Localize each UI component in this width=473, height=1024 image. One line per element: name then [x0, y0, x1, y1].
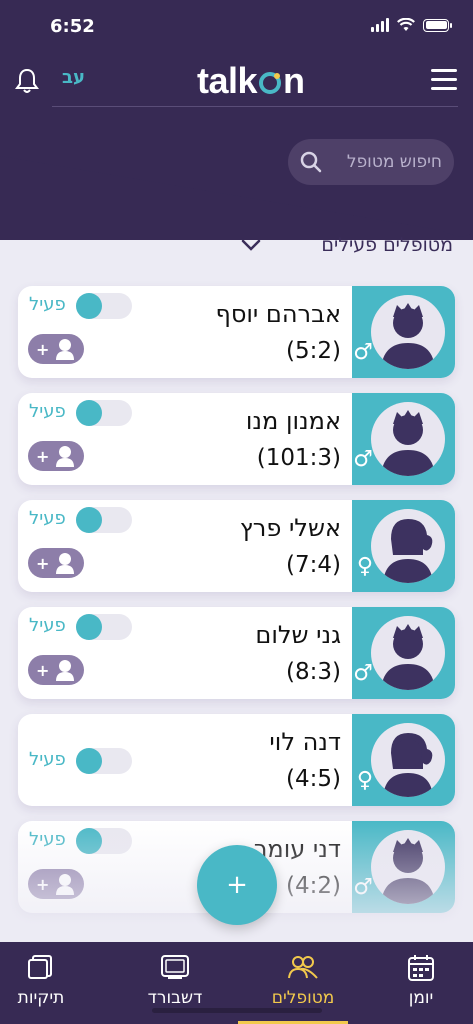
tab-folders-label: תיקיות [17, 988, 65, 1008]
person-icon [56, 553, 75, 574]
card-avatar-area: ♂ [352, 393, 455, 485]
status-label: פעיל [29, 401, 66, 422]
search-placeholder: חיפוש מטופל [346, 152, 442, 172]
tab-diary[interactable]: יומן [376, 954, 466, 1008]
header-divider [52, 106, 458, 107]
status-label: פעיל [29, 749, 66, 770]
patient-code: (8:3) [286, 659, 341, 685]
tab-folders[interactable]: תיקיות [0, 954, 86, 1008]
tab-patients-label: מטופלים [271, 988, 335, 1008]
status-label: פעיל [29, 508, 66, 529]
patient-name: דנה לוי [269, 728, 341, 756]
patient-code: (4:5) [286, 766, 341, 792]
patient-name: אמנון מנו [245, 407, 341, 435]
add-patient-button[interactable]: + [197, 845, 277, 925]
talkon-logo: talk n [197, 60, 305, 102]
status-label: פעיל [29, 294, 66, 315]
patient-name: גני שלום [255, 621, 341, 649]
menu-icon[interactable] [431, 69, 457, 96]
female-avatar-icon [371, 509, 445, 583]
person-icon [56, 446, 75, 467]
patient-code: (7:4) [286, 552, 341, 578]
plus-label: + [36, 553, 50, 573]
patient-name: אשלי פרץ [239, 514, 341, 542]
bell-icon[interactable] [14, 67, 40, 95]
wifi-icon [397, 18, 415, 31]
battery-icon [423, 18, 452, 32]
dashboard-icon [161, 955, 189, 979]
card-avatar-area: ♂ [352, 286, 455, 378]
tab-diary-label: יומן [408, 988, 434, 1008]
person-icon [56, 874, 75, 895]
male-gender-icon: ♂ [353, 447, 373, 472]
active-toggle[interactable] [76, 400, 132, 426]
language-toggle[interactable]: עב [62, 67, 85, 88]
signal-icon [371, 18, 389, 32]
search-input[interactable]: חיפוש מטופל [288, 139, 454, 185]
card-avatar-area: ♀ [352, 500, 455, 592]
status-label: פעיל [29, 829, 66, 850]
female-avatar-icon [371, 723, 445, 797]
tab-dashboard[interactable]: דשבורד [130, 954, 220, 1008]
search-icon [300, 151, 322, 173]
active-toggle[interactable] [76, 293, 132, 319]
female-gender-icon: ♀ [356, 768, 373, 793]
patient-card[interactable]: ♂ אברהם יוסף (5:2) פעיל + [18, 286, 455, 378]
male-gender-icon: ♂ [353, 340, 373, 365]
tab-dashboard-label: דשבורד [147, 988, 203, 1008]
active-toggle[interactable] [76, 614, 132, 640]
status-time: 6:52 [50, 16, 95, 37]
patient-code: (101:3) [256, 445, 341, 471]
active-toggle[interactable] [76, 828, 132, 854]
patient-name: אברהם יוסף [215, 300, 341, 328]
home-indicator [152, 1008, 322, 1013]
patient-card[interactable]: ♂ אמנון מנו (101:3) פעיל + [18, 393, 455, 485]
plus-label: + [36, 339, 50, 359]
patient-code: (5:2) [286, 338, 341, 364]
male-gender-icon: ♂ [353, 875, 373, 900]
top-bar: עב talk n [0, 55, 473, 105]
active-toggle[interactable] [76, 507, 132, 533]
male-avatar-icon [371, 295, 445, 369]
logo-text-suffix: n [283, 60, 305, 101]
filter-label: מטופלים פעילים [321, 234, 453, 256]
folders-icon [28, 955, 52, 979]
patients-icon [288, 956, 318, 979]
female-gender-icon: ♀ [356, 554, 373, 579]
add-user-button[interactable]: + [28, 869, 84, 899]
card-avatar-area: ♂ [352, 607, 455, 699]
active-toggle[interactable] [76, 748, 132, 774]
plus-label: + [36, 874, 50, 894]
add-user-button[interactable]: + [28, 548, 84, 578]
card-avatar-area: ♂ [352, 821, 455, 913]
add-user-button[interactable]: + [28, 334, 84, 364]
logo-o-icon [259, 72, 282, 94]
person-icon [56, 660, 75, 681]
add-user-button[interactable]: + [28, 655, 84, 685]
status-label: פעיל [29, 615, 66, 636]
calendar-icon [408, 955, 434, 981]
plus-label: + [36, 446, 50, 466]
patient-list: ♂ אברהם יוסף (5:2) פעיל + ♂ אמנון מנו (1… [18, 286, 455, 928]
status-bar: 6:52 [0, 16, 473, 40]
male-avatar-icon [371, 616, 445, 690]
tab-patients[interactable]: מטופלים [258, 954, 348, 1008]
patient-card[interactable]: ♀ דנה לוי (4:5) פעיל [18, 714, 455, 806]
card-avatar-area: ♀ [352, 714, 455, 806]
logo-text: talk [197, 60, 258, 101]
status-icons [371, 18, 452, 32]
patient-card[interactable]: ♂ גני שלום (8:3) פעיל + [18, 607, 455, 699]
person-icon [56, 339, 75, 360]
chevron-down-icon [242, 239, 261, 251]
filter-dropdown[interactable]: מטופלים פעילים [241, 234, 453, 256]
patient-code: (4:2) [286, 873, 341, 899]
male-gender-icon: ♂ [353, 661, 373, 686]
add-user-button[interactable]: + [28, 441, 84, 471]
male-avatar-icon [371, 402, 445, 476]
patient-card[interactable]: ♀ אשלי פרץ (7:4) פעיל + [18, 500, 455, 592]
male-avatar-icon [371, 830, 445, 904]
plus-label: + [36, 660, 50, 680]
